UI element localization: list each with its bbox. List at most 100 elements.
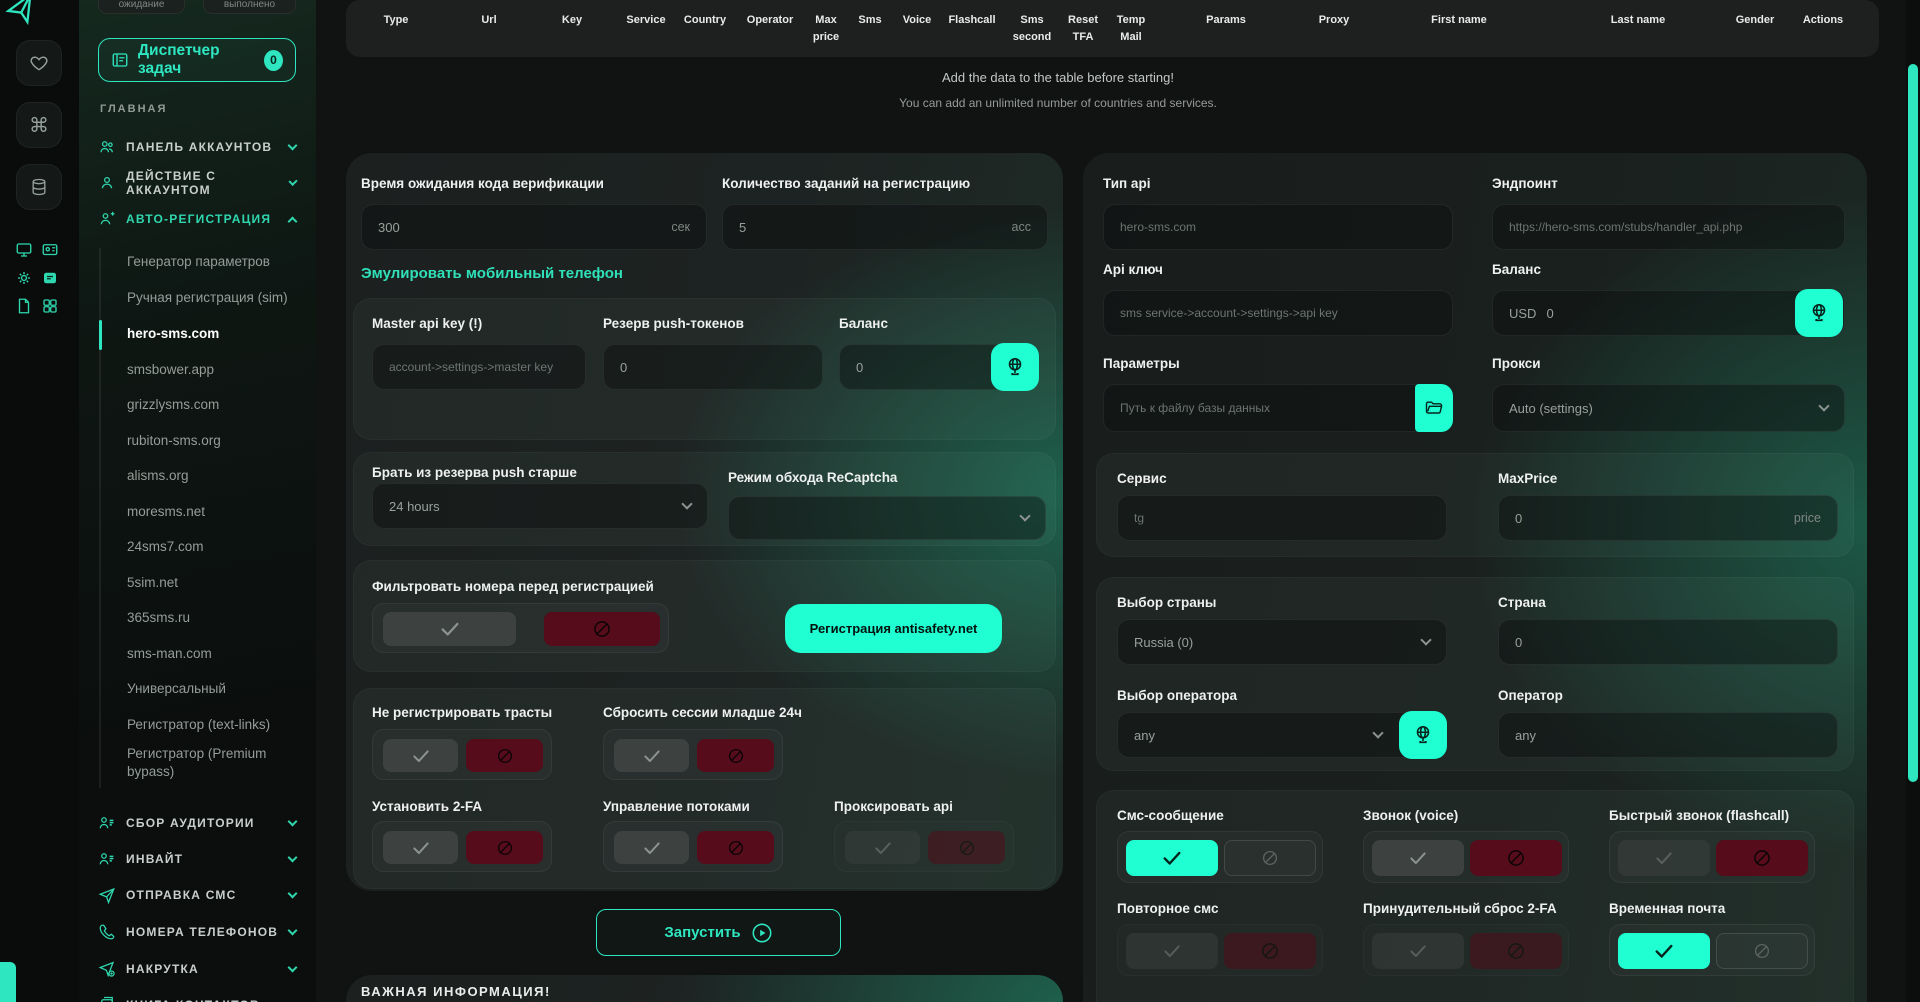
allow-option[interactable] <box>1372 933 1464 969</box>
submenu-item[interactable]: Универсальный <box>127 680 292 698</box>
submenu-item[interactable]: 24sms7.com <box>127 538 292 556</box>
block-option[interactable] <box>697 831 774 864</box>
submenu-item-active[interactable]: hero-sms.com <box>127 325 292 343</box>
sidebar-item-contacts-book[interactable]: КНИГА КОНТАКТОВ <box>98 992 298 1002</box>
block-option[interactable] <box>1716 933 1808 969</box>
allow-option[interactable] <box>1618 933 1710 969</box>
allow-option[interactable] <box>845 831 920 864</box>
max-price-input[interactable]: 0 price <box>1498 495 1838 541</box>
sidebar-item-boosting[interactable]: НАКРУТКА <box>98 956 298 982</box>
task-count-input[interactable]: 5 acc <box>722 204 1048 250</box>
endpoint-input[interactable]: https://hero-sms.com/stubs/handler_api.p… <box>1492 204 1845 250</box>
status-filter-done[interactable]: выполнено <box>203 0 296 14</box>
scrollbar-thumb[interactable] <box>1908 64 1918 782</box>
submenu-item[interactable]: Ручная регистрация (sim) <box>127 289 292 307</box>
sidebar-item-auto-registration[interactable]: АВТО-РЕГИСТРАЦИЯ <box>98 206 298 232</box>
block-option[interactable] <box>1716 840 1808 876</box>
block-icon <box>496 839 514 857</box>
send-logo-icon[interactable] <box>4 0 38 26</box>
submenu-item[interactable]: rubiton-sms.org <box>127 432 292 450</box>
allow-option[interactable] <box>1126 933 1218 969</box>
allow-option[interactable] <box>383 831 458 864</box>
check-balance-button[interactable] <box>991 343 1039 391</box>
field-label: Количество заданий на регистрацию <box>722 176 971 191</box>
balance-input[interactable]: USD 0 <box>1492 290 1845 336</box>
proxy-select[interactable]: Auto (settings) <box>1492 384 1845 432</box>
block-option[interactable] <box>1470 840 1562 876</box>
browse-file-button[interactable] <box>1415 384 1453 432</box>
block-option[interactable] <box>1224 933 1316 969</box>
status-filter-waiting[interactable]: ожидание <box>98 0 185 14</box>
sidebar-item-account-action[interactable]: ДЕЙСТВИЕ С АККАУНТОМ <box>98 169 298 197</box>
board-icon[interactable] <box>14 240 34 260</box>
gear-icon[interactable] <box>14 268 34 288</box>
check-icon <box>642 838 662 858</box>
database-button[interactable] <box>16 164 62 210</box>
sidebar-item-send-sms[interactable]: ОТПРАВКА СМС <box>98 882 298 908</box>
block-option[interactable] <box>466 831 543 864</box>
api-key-input[interactable]: sms service->account->settings->api key <box>1103 290 1453 336</box>
chevron-down-icon <box>287 140 298 151</box>
check-balance-button[interactable] <box>1795 289 1843 337</box>
operator-select[interactable]: any <box>1117 712 1447 758</box>
grid-icon[interactable] <box>40 296 60 316</box>
allow-option[interactable] <box>1126 840 1218 876</box>
check-icon <box>411 838 431 858</box>
submenu-item[interactable]: grizzlysms.com <box>127 396 292 414</box>
push-reserve-input[interactable]: 0 <box>603 344 823 390</box>
antisafety-registration-button[interactable]: Регистрация antisafety.net <box>785 604 1002 653</box>
chevron-down-icon <box>1019 510 1031 522</box>
block-option[interactable] <box>1224 840 1316 876</box>
submenu-item[interactable]: smsbower.app <box>127 361 292 379</box>
wait-code-input[interactable]: 300 сек <box>361 204 707 250</box>
submenu-item[interactable]: moresms.net <box>127 503 292 521</box>
sidebar-item-invite[interactable]: ИНВАЙТ <box>98 846 298 872</box>
allow-option[interactable] <box>1372 840 1464 876</box>
params-input[interactable]: Путь к файлу базы данных <box>1103 384 1453 432</box>
master-key-input[interactable]: account->settings->master key <box>372 344 586 390</box>
submenu-item[interactable]: 5sim.net <box>127 574 292 592</box>
block-option[interactable] <box>1470 933 1562 969</box>
allow-option[interactable] <box>383 612 516 646</box>
document-icon[interactable] <box>14 296 34 316</box>
start-button[interactable]: Запустить <box>596 909 841 956</box>
block-option[interactable] <box>544 612 660 646</box>
country-select[interactable]: Russia (0) <box>1117 619 1447 665</box>
allow-option[interactable] <box>614 739 689 772</box>
api-type-input[interactable]: hero-sms.com <box>1103 204 1453 250</box>
allow-option[interactable] <box>614 831 689 864</box>
submenu-item[interactable]: Регистратор (Premium bypass) <box>127 745 292 781</box>
emulate-phone-link[interactable]: Эмулировать мобильный телефон <box>361 265 623 282</box>
submenu-item[interactable]: sms-man.com <box>127 645 292 663</box>
load-operators-button[interactable] <box>1399 711 1447 759</box>
column-header: Proxy <box>1318 14 1350 26</box>
field-label: Быстрый звонок (flashcall) <box>1609 808 1790 823</box>
block-option[interactable] <box>697 739 774 772</box>
submenu-item[interactable]: Генератор параметров <box>127 253 292 271</box>
block-option[interactable] <box>928 831 1005 864</box>
command-button[interactable]: ⌘ <box>16 102 62 148</box>
check-icon <box>873 838 893 858</box>
task-manager-button[interactable]: Диспетчер задач 0 <box>98 38 296 82</box>
column-header: Params <box>1206 14 1246 26</box>
check-icon <box>439 618 461 640</box>
operator-input[interactable]: any <box>1498 712 1838 758</box>
sidebar-item-accounts-panel[interactable]: ПАНЕЛЬ АККАУНТОВ <box>98 134 298 160</box>
proxy-api-toggle <box>834 821 1014 872</box>
sidebar-item-audience-collection[interactable]: СБОР АУДИТОРИИ <box>98 810 298 836</box>
allow-option[interactable] <box>383 739 458 772</box>
allow-option[interactable] <box>1618 840 1710 876</box>
webcam-icon[interactable] <box>40 240 60 260</box>
country-input[interactable]: 0 <box>1498 619 1838 665</box>
submenu-item[interactable]: alisms.org <box>127 467 292 485</box>
sidebar-item-phone-numbers[interactable]: НОМЕРА ТЕЛЕФОНОВ <box>98 919 298 945</box>
block-option[interactable] <box>466 739 543 772</box>
favorites-button[interactable] <box>16 40 62 86</box>
service-input[interactable]: tg <box>1117 495 1447 541</box>
submenu-item[interactable]: Регистратор (text-links) <box>127 716 292 734</box>
field-label: Управление потоками <box>603 799 750 814</box>
card-icon[interactable] <box>40 268 60 288</box>
submenu-item[interactable]: 365sms.ru <box>127 609 292 627</box>
recaptcha-mode-select[interactable] <box>728 496 1046 540</box>
push-age-select[interactable]: 24 hours <box>372 483 708 529</box>
